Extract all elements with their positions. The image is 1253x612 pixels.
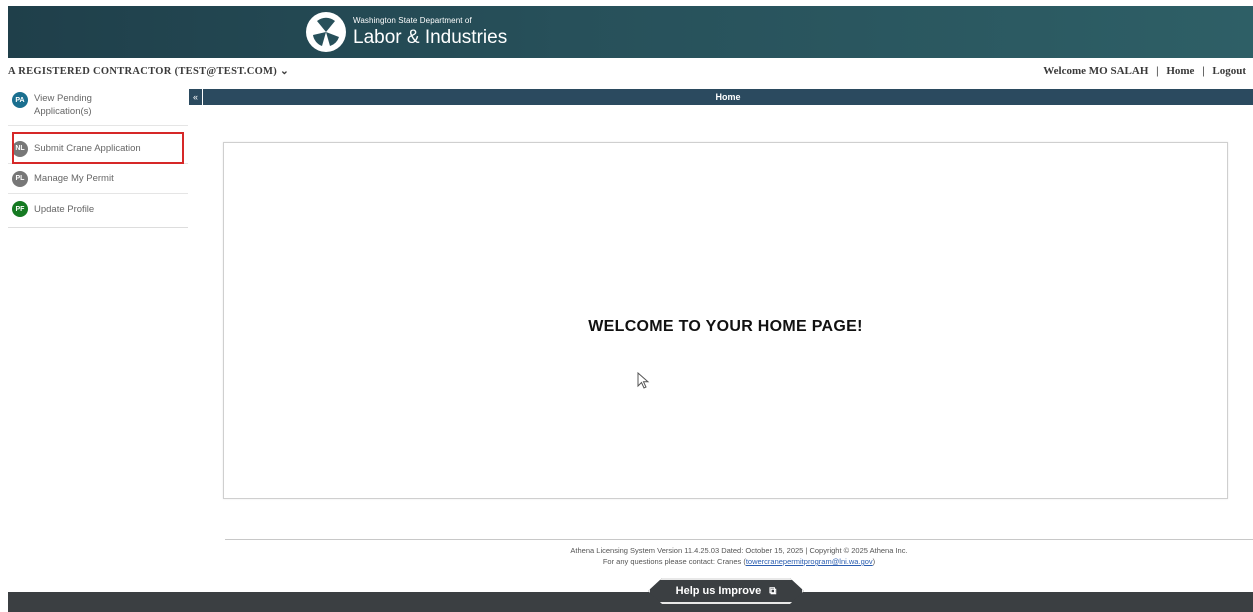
home-link[interactable]: Home <box>1166 65 1194 77</box>
highlight-box <box>12 132 184 164</box>
account-selector[interactable]: A REGISTERED CONTRACTOR (TEST@TEST.COM) … <box>8 65 289 77</box>
help-us-improve-button[interactable]: Help us Improve ⧉ <box>648 578 804 604</box>
footer-divider <box>225 539 1253 540</box>
separator: | <box>1156 65 1159 77</box>
user-links: Welcome MO SALAH | Home | Logout <box>1043 65 1246 77</box>
sidebar-item-update-profile[interactable]: PF Update Profile <box>8 194 188 224</box>
sidebar-item-label: Manage My Permit <box>34 173 114 184</box>
help-button-label: Help us Improve <box>675 585 762 597</box>
footer: Athena Licensing System Version 11.4.25.… <box>225 545 1253 567</box>
footer-contact-close: ) <box>872 557 876 566</box>
page-title: Home <box>715 92 741 102</box>
bottom-bar <box>8 592 1253 612</box>
header-banner: Washington State Department of Labor & I… <box>8 6 1253 58</box>
account-bar: A REGISTERED CONTRACTOR (TEST@TEST.COM) … <box>8 62 1246 82</box>
mouse-cursor-icon <box>637 372 650 389</box>
footer-contact-text: For any questions please contact: Cranes… <box>602 557 746 566</box>
separator: | <box>1202 65 1205 77</box>
sidebar-item-manage-permit[interactable]: PL Manage My Permit <box>8 164 188 194</box>
collapse-sidebar-icon[interactable]: « <box>189 89 202 105</box>
page-title-bar: Home <box>203 89 1253 105</box>
profile-icon: PF <box>12 201 28 217</box>
external-link-icon: ⧉ <box>769 585 777 597</box>
org-title: Labor & Industries <box>353 27 508 48</box>
footer-contact: For any questions please contact: Cranes… <box>225 556 1253 567</box>
sidebar-item-label: Update Profile <box>34 203 95 215</box>
sidebar: PA View Pending Application(s) NL Submit… <box>8 88 188 228</box>
permit-list-icon: PL <box>12 170 28 187</box>
pending-applications-icon: PA <box>12 92 28 108</box>
org-subtitle: Washington State Department of <box>353 16 472 25</box>
contact-email-link[interactable]: towercranepermitprogram@lni.wa.gov <box>746 557 873 566</box>
logout-link[interactable]: Logout <box>1212 65 1246 77</box>
footer-copyright: Athena Licensing System Version 11.4.25.… <box>570 546 908 555</box>
welcome-text: Welcome MO SALAH <box>1043 65 1149 77</box>
welcome-panel: WELCOME TO YOUR HOME PAGE! <box>223 142 1228 499</box>
sidebar-item-label: View Pending Application(s) <box>34 93 92 117</box>
lni-logo-icon <box>306 12 346 52</box>
sidebar-item-view-pending[interactable]: PA View Pending Application(s) <box>8 88 188 126</box>
sidebar-item-submit-crane[interactable]: NL Submit Crane Application <box>8 132 188 164</box>
chevron-down-icon: ⌄ <box>280 66 290 77</box>
welcome-heading: WELCOME TO YOUR HOME PAGE! <box>588 318 863 335</box>
lni-logo[interactable]: Washington State Department of Labor & I… <box>305 10 507 54</box>
account-name: A REGISTERED CONTRACTOR (TEST@TEST.COM) <box>8 66 278 77</box>
